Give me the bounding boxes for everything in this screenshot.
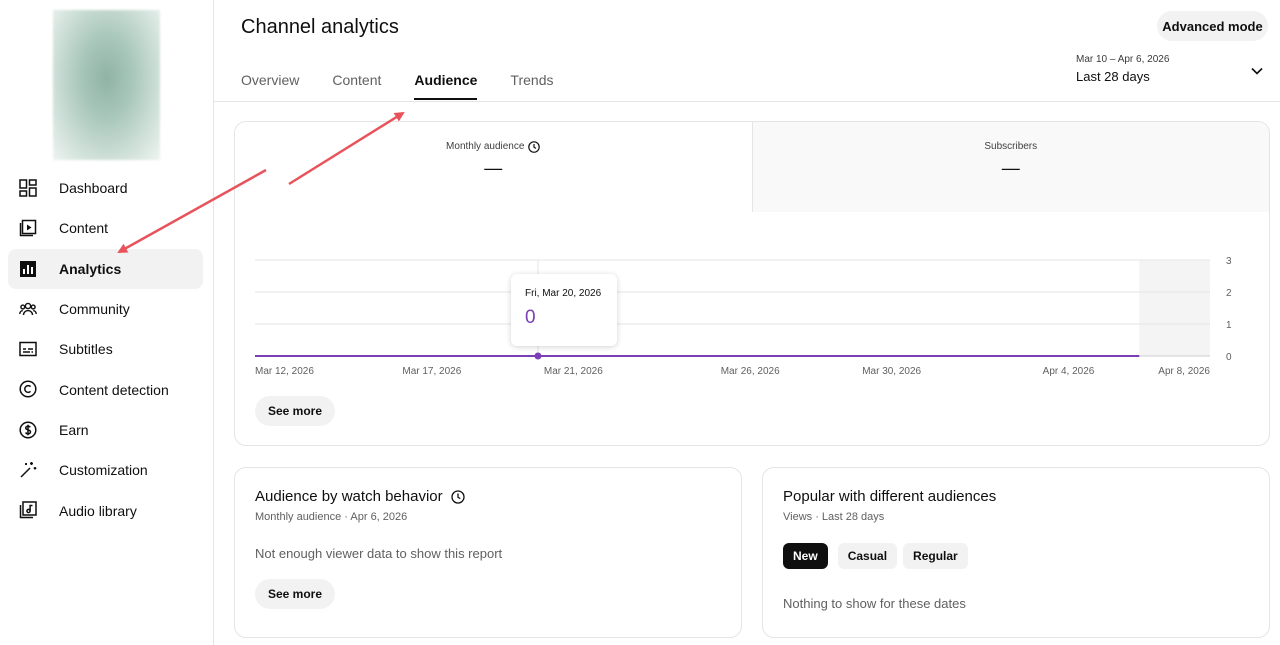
card-title-wrap: Audience by watch behavior — [255, 488, 721, 505]
x-tick-label: Apr 4, 2026 — [1043, 366, 1095, 377]
future-shade — [1139, 260, 1210, 356]
date-range-period: Last 28 days — [1076, 69, 1150, 84]
sidebar-item-label: Earn — [59, 421, 89, 438]
content-icon — [19, 219, 37, 237]
sidebar-item-content-detection[interactable]: Content detection — [0, 369, 214, 409]
sidebar-item-label: Analytics — [59, 260, 122, 277]
empty-state-text: Not enough viewer data to show this repo… — [255, 546, 503, 561]
metric-subscribers[interactable]: Subscribers — — [751, 122, 1269, 212]
sidebar-item-content[interactable]: Content — [0, 208, 214, 248]
sidebar-item-label: Community — [59, 301, 130, 318]
channel-avatar[interactable] — [53, 10, 160, 160]
sidebar-item-label: Subtitles — [59, 341, 113, 358]
copyright-icon — [19, 380, 37, 399]
date-range-picker[interactable]: Mar 10 – Apr 6, 2026 Last 28 days — [1076, 54, 1266, 88]
tab-audience[interactable]: Audience — [414, 62, 478, 100]
x-tick-label: Mar 12, 2026 — [255, 366, 314, 377]
tooltip-date: Fri, Mar 20, 2026 — [525, 288, 602, 299]
metric-tabs: Monthly audience — Subscribers — — [235, 122, 1269, 212]
sidebar-item-community[interactable]: Community — [0, 289, 214, 329]
card-subtitle: Monthly audience · Apr 6, 2026 — [255, 511, 408, 523]
sidebar-item-customization[interactable]: Customization — [0, 450, 214, 490]
audio-library-icon — [19, 501, 37, 519]
metric-value: — — [1001, 158, 1020, 178]
sidebar-item-audio-library[interactable]: Audio library — [0, 490, 214, 530]
x-tick-label: Mar 30, 2026 — [862, 366, 921, 377]
analytics-icon — [19, 260, 37, 278]
card-subtitle: Views · Last 28 days — [783, 511, 885, 523]
metric-label: Subscribers — [984, 141, 1038, 152]
metric-value: — — [484, 158, 503, 178]
watch-behavior-card: Audience by watch behavior Monthly audie… — [234, 467, 742, 638]
sidebar-item-label: Customization — [59, 462, 148, 479]
audience-chips: New Casual Regular — [783, 543, 1249, 569]
highlight-point — [534, 352, 542, 360]
card-title: Popular with different audiences — [783, 488, 997, 505]
y-tick-label: 1 — [1226, 320, 1232, 331]
sidebar-item-subtitles[interactable]: Subtitles — [0, 329, 214, 369]
sidebar-item-label: Dashboard — [59, 180, 128, 197]
x-tick-label: Mar 17, 2026 — [402, 366, 461, 377]
magic-wand-icon — [19, 461, 37, 479]
tab-overview[interactable]: Overview — [241, 62, 299, 100]
analytics-tabs: Overview Content Audience Trends — [241, 62, 586, 102]
header-divider — [214, 101, 1280, 102]
chip-regular[interactable]: Regular — [903, 543, 968, 569]
dashboard-icon — [19, 179, 37, 197]
sidebar-item-label: Content detection — [59, 381, 169, 398]
chevron-down-icon — [1251, 67, 1263, 75]
subtitles-icon — [19, 340, 37, 358]
popular-audiences-card: Popular with different audiences Views ·… — [762, 467, 1270, 638]
dollar-icon — [19, 421, 37, 439]
x-tick-label: Mar 21, 2026 — [544, 366, 603, 377]
date-range-dates: Mar 10 – Apr 6, 2026 — [1076, 54, 1170, 65]
y-tick-label: 0 — [1226, 352, 1232, 363]
sidebar-item-analytics[interactable]: Analytics — [8, 248, 203, 289]
sidebar-item-label: Audio library — [59, 502, 137, 519]
community-icon — [19, 300, 37, 318]
chart-tooltip: Fri, Mar 20, 2026 0 — [511, 274, 617, 346]
y-tick-label: 3 — [1226, 256, 1232, 267]
sidebar: Dashboard Content Analytics Community Su… — [0, 0, 214, 645]
page-title: Channel analytics — [241, 16, 399, 38]
chip-casual[interactable]: Casual — [837, 543, 898, 569]
tab-content[interactable]: Content — [332, 62, 381, 100]
sidebar-item-earn[interactable]: Earn — [0, 410, 214, 450]
x-tick-label: Apr 8, 2026 — [1158, 366, 1210, 377]
x-tick-label: Mar 26, 2026 — [721, 366, 780, 377]
advanced-mode-button[interactable]: Advanced mode — [1157, 11, 1268, 41]
audience-overview-card: Monthly audience — Subscribers — 3 2 1 0 Mar… — [234, 121, 1270, 446]
sidebar-item-dashboard[interactable]: Dashboard — [0, 168, 214, 208]
sidebar-nav: Dashboard Content Analytics Community Su… — [0, 168, 214, 531]
clock-icon[interactable] — [528, 140, 541, 153]
card-title: Audience by watch behavior — [255, 488, 443, 505]
metric-label: Monthly audience — [446, 141, 525, 152]
metric-label-wrap: Monthly audience — [446, 140, 541, 153]
see-more-button[interactable]: See more — [255, 579, 336, 609]
see-more-button[interactable]: See more — [255, 396, 336, 426]
audience-line-chart[interactable]: 3 2 1 0 Mar 12, 2026 Mar 17, 2026 Mar 21, 2026… — [235, 252, 1269, 382]
metric-monthly-audience[interactable]: Monthly audience — — [235, 122, 752, 212]
empty-state-text: Nothing to show for these dates — [783, 596, 966, 611]
sidebar-item-label: Content — [59, 220, 109, 237]
tab-trends[interactable]: Trends — [510, 62, 553, 100]
chip-new[interactable]: New — [783, 543, 828, 569]
tooltip-value: 0 — [525, 307, 536, 328]
y-tick-label: 2 — [1226, 288, 1232, 299]
clock-icon[interactable] — [450, 489, 465, 504]
